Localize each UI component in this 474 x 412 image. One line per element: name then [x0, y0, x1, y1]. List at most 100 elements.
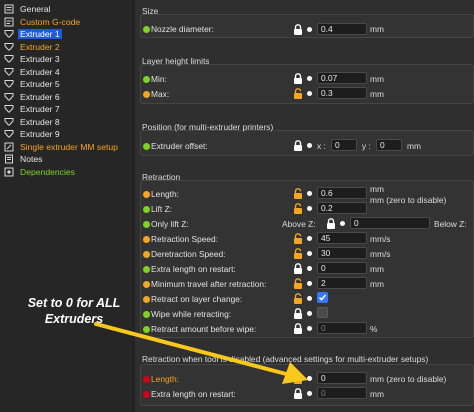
sidebar-item-extruder-8[interactable]: Extruder 8	[3, 116, 62, 128]
retraction-length-input[interactable]	[317, 187, 367, 199]
lock-closed-icon[interactable]	[293, 308, 303, 319]
offset-unit: mm	[407, 141, 421, 151]
lock-open-icon[interactable]	[293, 203, 303, 214]
sidebar-item-single-extruder-mm-setup[interactable]: Single extruder MM setup	[3, 141, 120, 153]
toolchange-length-input[interactable]	[317, 372, 367, 384]
sidebar-item-label: Extruder 3	[20, 54, 60, 64]
layerchange-status-dot	[143, 296, 150, 303]
offset-status-dot	[143, 143, 150, 150]
deretraction-speed-input[interactable]	[317, 247, 367, 259]
extruder-icon	[3, 104, 14, 114]
toolchange-extra-label: Extra length on restart:	[151, 389, 236, 399]
min-status-dot	[143, 76, 150, 83]
sidebar-item-custom-g-code[interactable]: Custom G-code	[3, 16, 82, 28]
max-status-dot	[143, 91, 150, 98]
max-unit: mm	[370, 89, 384, 99]
extruder-icon	[3, 29, 14, 39]
sidebar-item-extruder-1[interactable]: Extruder 1	[3, 28, 62, 40]
extra-length-input[interactable]	[317, 262, 367, 274]
system-value-bullet[interactable]	[307, 311, 312, 316]
deretraction-speed-label: Deretraction Speed:	[151, 249, 226, 259]
lift-z-label: Lift Z:	[151, 204, 172, 214]
min-unit: mm	[370, 74, 384, 84]
onlylift-status-dot	[143, 221, 150, 228]
minimum-travel-input[interactable]	[317, 277, 367, 289]
toolchange-retraction-group	[140, 364, 474, 406]
wipe-retracting-checkbox[interactable]	[317, 307, 328, 318]
lock-closed-icon[interactable]	[293, 263, 303, 274]
sidebar-item-dependencies[interactable]: Dependencies	[3, 166, 77, 178]
sidebar-item-extruder-4[interactable]: Extruder 4	[3, 66, 62, 78]
lock-closed-icon[interactable]	[293, 24, 303, 35]
y-label: y :	[362, 141, 371, 151]
lock-closed-icon[interactable]	[293, 388, 303, 399]
system-value-bullet[interactable]	[307, 91, 312, 96]
travel-status-dot	[143, 281, 150, 288]
extruder-icon	[3, 79, 14, 89]
offset-y-input[interactable]	[376, 139, 402, 151]
beforewipe-unit: %	[370, 324, 378, 334]
system-value-bullet[interactable]	[307, 391, 312, 396]
system-value-bullet[interactable]	[307, 326, 312, 331]
sidebar-item-label: Extruder 4	[20, 66, 60, 77]
sidebar-item-notes[interactable]: Notes	[3, 153, 44, 165]
sidebar-item-extruder-5[interactable]: Extruder 5	[3, 78, 62, 90]
sidebar-item-extruder-9[interactable]: Extruder 9	[3, 128, 62, 140]
sidebar-item-extruder-7[interactable]: Extruder 7	[3, 103, 62, 115]
system-value-bullet[interactable]	[307, 281, 312, 286]
lock-open-icon[interactable]	[293, 278, 303, 289]
min-layer-input[interactable]	[317, 72, 367, 84]
sidebar-item-label: Dependencies	[20, 166, 75, 177]
system-value-bullet[interactable]	[307, 251, 312, 256]
above-z-input[interactable]	[350, 217, 430, 229]
retract-layer-change-checkbox[interactable]	[317, 292, 328, 303]
sidebar-item-label: Extruder 5	[20, 79, 60, 89]
sidebar-item-general[interactable]: General	[3, 3, 53, 15]
sidebar-item-extruder-3[interactable]: Extruder 3	[3, 53, 62, 65]
lock-open-icon[interactable]	[293, 373, 303, 384]
sidebar-item-label: Single extruder MM setup	[20, 141, 118, 152]
system-value-bullet[interactable]	[307, 376, 312, 381]
system-value-bullet[interactable]	[340, 221, 345, 226]
sidebar-item-label: Extruder 9	[20, 129, 60, 139]
system-value-bullet[interactable]	[307, 236, 312, 241]
system-value-bullet[interactable]	[307, 76, 312, 81]
extra-length-label: Extra length on restart:	[151, 264, 236, 274]
system-value-bullet[interactable]	[307, 143, 312, 148]
toolchange-extra-input[interactable]	[317, 387, 367, 399]
min-label: Min:	[151, 74, 167, 84]
layer-height-group	[140, 64, 474, 104]
retract-layer-change-label: Retract on layer change:	[151, 294, 243, 304]
retract-before-wipe-input[interactable]	[317, 322, 367, 334]
lift-z-input[interactable]	[317, 202, 367, 214]
nozzle-diameter-input[interactable]	[317, 23, 367, 35]
toolchange-group-title: Retraction when tool is disabled (advanc…	[142, 354, 429, 364]
sidebar-item-label: Extruder 8	[20, 116, 60, 127]
system-value-bullet[interactable]	[307, 296, 312, 301]
nozzle-status-dot	[143, 26, 150, 33]
lock-closed-icon[interactable]	[293, 140, 303, 151]
toolchange-length-status-dot	[143, 376, 150, 383]
retraction-speed-label: Retraction Speed:	[151, 234, 219, 244]
sidebar-item-label: General	[20, 4, 51, 14]
system-value-bullet[interactable]	[307, 266, 312, 271]
retraction-speed-input[interactable]	[317, 232, 367, 244]
lock-open-icon[interactable]	[293, 293, 303, 304]
lock-open-icon[interactable]	[293, 248, 303, 259]
lock-closed-icon[interactable]	[326, 218, 336, 229]
extruder-icon	[3, 117, 14, 127]
max-layer-input[interactable]	[317, 87, 367, 99]
lock-open-icon[interactable]	[293, 188, 303, 199]
length-unit: mm	[370, 184, 384, 194]
lock-open-icon[interactable]	[293, 88, 303, 99]
sidebar-item-extruder-6[interactable]: Extruder 6	[3, 91, 62, 103]
system-value-bullet[interactable]	[307, 206, 312, 211]
system-value-bullet[interactable]	[307, 191, 312, 196]
liftz-unit: mm (zero to disable)	[370, 195, 447, 205]
lock-closed-icon[interactable]	[293, 323, 303, 334]
lock-closed-icon[interactable]	[293, 73, 303, 84]
sidebar-item-extruder-2[interactable]: Extruder 2	[3, 41, 62, 53]
offset-x-input[interactable]	[331, 139, 357, 151]
lock-open-icon[interactable]	[293, 233, 303, 244]
system-value-bullet[interactable]	[307, 27, 312, 32]
